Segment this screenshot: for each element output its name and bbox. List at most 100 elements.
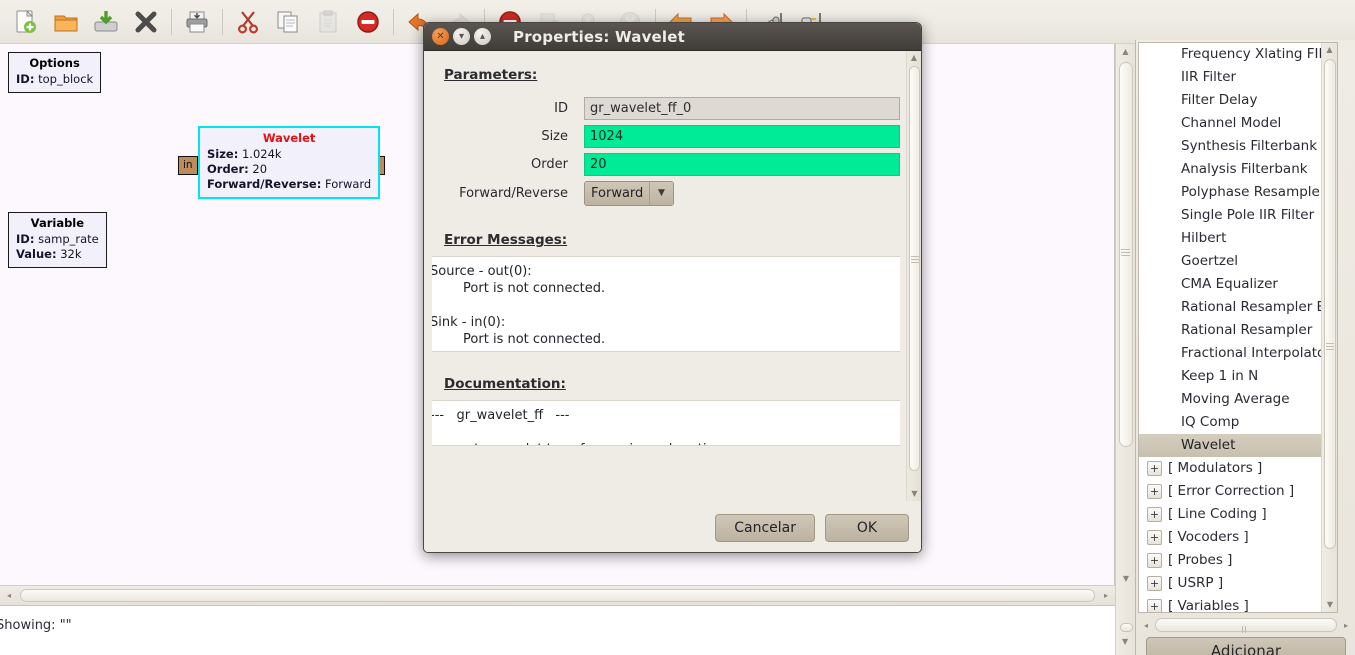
tree-block-row[interactable]: CMA Equalizer	[1139, 273, 1337, 296]
dialog-vertical-scrollbar[interactable]: ▲ ▼	[906, 51, 921, 501]
tree-block-row[interactable]: Goertzel	[1139, 250, 1337, 273]
documentation-heading: Documentation:	[444, 376, 566, 392]
expander-plus-icon[interactable]: +	[1147, 530, 1162, 545]
tree-block-row[interactable]: Rational Resampler	[1139, 319, 1337, 342]
cut-scissors-icon[interactable]	[228, 2, 268, 42]
tree-item-label: Fractional Interpolator	[1181, 345, 1331, 361]
expander-plus-icon[interactable]: +	[1147, 461, 1162, 476]
dialog-title-bar[interactable]: ✕ ▾ ▴ Properties: Wavelet	[424, 23, 921, 51]
canvas-horizontal-scrollbar[interactable]: ◂ ▸	[0, 585, 1115, 605]
status-bar-right-gutter: ▼	[1115, 605, 1135, 655]
resize-grip[interactable]	[1120, 623, 1133, 632]
parameter-row: ID gr_wavelet_ff_0	[432, 97, 900, 120]
tree-block-row[interactable]: Synthesis Filterbank	[1139, 135, 1337, 158]
tree-category-row[interactable]: + [ Variables ]	[1139, 595, 1337, 612]
tree-category-row[interactable]: + [ Vocoders ]	[1139, 526, 1337, 549]
canvas-block-options[interactable]: Options ID: top_block	[8, 52, 102, 93]
block-field: Value: 32k	[16, 247, 99, 262]
block-port-in[interactable]: in	[178, 156, 198, 175]
tree-block-row[interactable]: Filter Delay	[1139, 89, 1337, 112]
scroll-up-arrow-icon[interactable]: ▲	[907, 51, 921, 65]
window-close-icon[interactable]: ✕	[432, 28, 449, 45]
delete-forbidden-icon[interactable]	[348, 2, 388, 42]
forward-reverse-dropdown[interactable]: Forward ▼	[584, 181, 674, 206]
scroll-right-arrow-icon[interactable]: ▸	[1338, 621, 1354, 630]
save-icon[interactable]	[86, 2, 126, 42]
tree-item-label: IQ Comp	[1181, 414, 1240, 430]
tree-category-row[interactable]: + [ Line Coding ]	[1139, 503, 1337, 526]
tree-block-row[interactable]: Channel Model	[1139, 112, 1337, 135]
tree-block-row[interactable]: Fractional Interpolator	[1139, 342, 1337, 365]
vertical-scroll-thumb[interactable]	[909, 66, 920, 471]
tree-category-row[interactable]: + [ Modulators ]	[1139, 457, 1337, 480]
block-tree[interactable]: Frequency Xlating FIR Filter IIR Filter Fi…	[1138, 42, 1338, 613]
canvas-block-variable[interactable]: Variable ID: samp_rate Value: 32k	[8, 212, 107, 268]
close-x-icon[interactable]	[126, 2, 166, 42]
window-maximize-icon[interactable]: ▴	[474, 28, 491, 45]
scroll-left-arrow-icon[interactable]: ◂	[1138, 621, 1154, 630]
tree-category-row[interactable]: + [ Probes ]	[1139, 549, 1337, 572]
block-tree-vertical-scrollbar[interactable]: ▲ ▼	[1321, 43, 1337, 612]
block-library-panel: Frequency Xlating FIR Filter IIR Filter Fi…	[1135, 40, 1355, 655]
block-tree-rows: Frequency Xlating FIR Filter IIR Filter Fi…	[1139, 43, 1337, 612]
scroll-down-arrow-icon[interactable]: ▼	[1122, 637, 1128, 646]
expander-plus-icon[interactable]: +	[1147, 507, 1162, 522]
tree-category-row[interactable]: + [ Error Correction ]	[1139, 480, 1337, 503]
dialog-footer: Cancelar OK	[424, 502, 921, 552]
tree-block-row[interactable]: Moving Average	[1139, 388, 1337, 411]
window-minimize-icon[interactable]: ▾	[453, 28, 470, 45]
scroll-up-arrow-icon[interactable]: ▲	[1116, 44, 1135, 60]
block-field: Order: 20	[207, 162, 371, 177]
dialog-body: Parameters: ID gr_wavelet_ff_0 Size 1024 Ord…	[424, 51, 921, 552]
expander-plus-icon[interactable]: +	[1147, 599, 1162, 612]
tree-category-row[interactable]: + [ USRP ]	[1139, 572, 1337, 595]
add-block-button[interactable]: Adicionar	[1146, 637, 1346, 655]
scroll-down-arrow-icon[interactable]: ▼	[1322, 598, 1337, 612]
block-field-key: ID:	[16, 72, 35, 86]
tree-block-row[interactable]: IIR Filter	[1139, 66, 1337, 89]
expander-plus-icon[interactable]: +	[1147, 576, 1162, 591]
properties-dialog: ✕ ▾ ▴ Properties: Wavelet Parameters: ID…	[423, 22, 922, 553]
paste-icon[interactable]	[308, 2, 348, 42]
scroll-up-arrow-icon[interactable]: ▲	[1322, 43, 1337, 57]
expander-plus-icon[interactable]: +	[1147, 484, 1162, 499]
tree-block-row[interactable]: Wavelet	[1139, 434, 1337, 457]
vertical-scroll-thumb[interactable]	[1324, 59, 1336, 549]
copy-icon[interactable]	[268, 2, 308, 42]
chevron-down-icon[interactable]: ▼	[649, 182, 673, 205]
tree-block-row[interactable]: Polyphase Resampler	[1139, 181, 1337, 204]
tree-block-row[interactable]: Frequency Xlating FIR Filter	[1139, 43, 1337, 66]
horizontal-scroll-thumb[interactable]	[20, 589, 1095, 602]
canvas-vertical-scrollbar[interactable]: ▲ ▼	[1115, 44, 1135, 605]
parameter-input-order[interactable]: 20	[584, 153, 900, 176]
horizontal-scroll-thumb[interactable]	[1155, 618, 1337, 648]
scroll-right-arrow-icon[interactable]: ▸	[1097, 591, 1115, 600]
tree-block-row[interactable]: Analysis Filterbank	[1139, 158, 1337, 181]
tree-block-row[interactable]: Keep 1 in N	[1139, 365, 1337, 388]
error-message-line: Port is not connected.	[432, 281, 606, 296]
scroll-corner	[1116, 589, 1136, 605]
parameter-input-id[interactable]: gr_wavelet_ff_0	[584, 97, 900, 120]
print-icon[interactable]	[177, 2, 217, 42]
documentation-line	[432, 424, 900, 441]
new-file-icon[interactable]	[6, 2, 46, 42]
tree-block-row[interactable]: Rational Resampler Base	[1139, 296, 1337, 319]
parameter-input-size[interactable]: 1024	[584, 125, 900, 148]
tree-item-label: IIR Filter	[1181, 69, 1237, 85]
block-tree-horizontal-scrollbar[interactable]: ◂ ▸	[1138, 615, 1354, 648]
tree-block-row[interactable]: Hilbert	[1139, 227, 1337, 250]
ok-button[interactable]: OK	[825, 514, 909, 542]
expander-plus-icon[interactable]: +	[1147, 553, 1162, 568]
tree-block-row[interactable]: Single Pole IIR Filter	[1139, 204, 1337, 227]
tree-block-row[interactable]: IQ Comp	[1139, 411, 1337, 434]
block-field-key: Value:	[16, 247, 57, 261]
cancel-button[interactable]: Cancelar	[715, 514, 815, 542]
open-folder-icon[interactable]	[46, 2, 86, 42]
parameter-row: Forward/Reverse Forward ▼	[432, 181, 900, 206]
scroll-left-arrow-icon[interactable]: ◂	[0, 591, 18, 600]
canvas-block-wavelet[interactable]: Wavelet Size: 1.024k Order: 20 Forward/R…	[198, 126, 381, 199]
scroll-down-arrow-icon[interactable]: ▼	[1116, 571, 1136, 587]
tree-item-label: CMA Equalizer	[1181, 276, 1278, 292]
scroll-down-arrow-icon[interactable]: ▼	[907, 487, 921, 501]
block-field-value: 32k	[60, 247, 82, 261]
